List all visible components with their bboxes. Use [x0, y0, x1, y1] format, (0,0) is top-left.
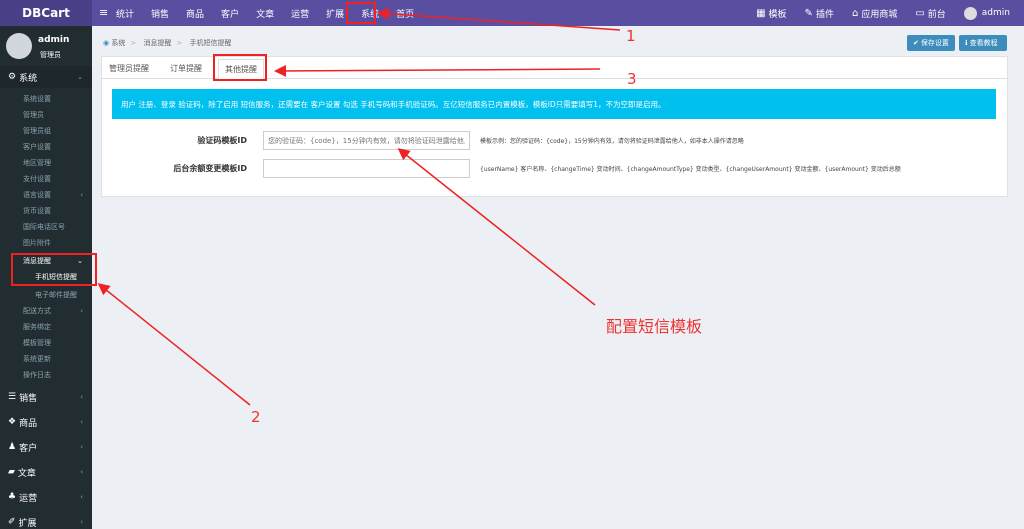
arrow-3 [274, 64, 601, 77]
annotation-note: 配置短信模板 [606, 317, 703, 336]
annotation-number-1: 1 [626, 27, 636, 45]
arrow-1 [377, 7, 621, 31]
annotation-number-3: 3 [627, 70, 637, 88]
annotation-arrows [97, 7, 621, 406]
annotation-number-2: 2 [251, 408, 261, 426]
arrow-template [397, 148, 596, 306]
arrow-2 [97, 283, 251, 406]
